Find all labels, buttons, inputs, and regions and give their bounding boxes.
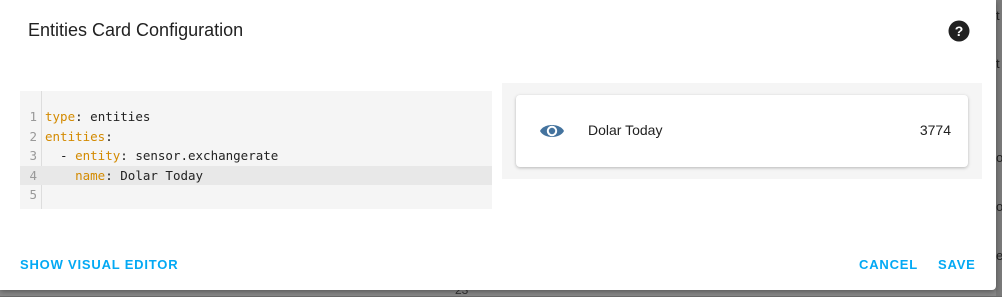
entity-value: 3774 bbox=[919, 122, 951, 138]
code-lines: 1 type: entities 2 entities: 3 - entity: sen… bbox=[20, 107, 492, 205]
eye-icon bbox=[539, 120, 565, 142]
code-line[interactable]: 5 bbox=[20, 185, 492, 205]
code-text: name: Dolar Today bbox=[75, 167, 204, 183]
code-line[interactable]: 3 - entity: sensor.exchangerate bbox=[20, 146, 492, 166]
card-preview: Dolar Today 3774 bbox=[502, 83, 982, 179]
background-letter: t bbox=[996, 8, 1000, 23]
show-visual-editor-button[interactable]: SHOW VISUAL EDITOR bbox=[20, 257, 178, 272]
code-text: type: entities bbox=[45, 109, 151, 124]
card-configuration-dialog: Entities Card Configuration ? 1 type: ent… bbox=[0, 0, 996, 290]
code-line[interactable]: 4 name: Dolar Today bbox=[20, 165, 492, 186]
background-letter: o bbox=[996, 199, 1002, 214]
yaml-key: entity bbox=[75, 148, 121, 164]
yaml-key: entities bbox=[45, 128, 106, 144]
yaml-key: name bbox=[75, 167, 106, 183]
line-number: 2 bbox=[29, 128, 37, 144]
yaml-value: entities bbox=[82, 109, 151, 124]
svg-text:?: ? bbox=[955, 23, 964, 39]
entity-name[interactable]: Dolar Today bbox=[588, 122, 662, 138]
code-line[interactable]: 2 entities: bbox=[20, 127, 492, 147]
code-line[interactable]: 1 type: entities bbox=[20, 107, 492, 127]
line-number: 1 bbox=[29, 109, 37, 124]
yaml-code-editor[interactable]: 1 type: entities 2 entities: 3 - entity: sen… bbox=[20, 91, 492, 209]
line-number: 5 bbox=[29, 187, 37, 203]
line-number: 3 bbox=[29, 148, 37, 164]
save-button[interactable]: SAVE bbox=[938, 257, 976, 272]
background-letter: o bbox=[996, 150, 1002, 165]
dialog-title: Entities Card Configuration bbox=[28, 20, 244, 40]
line-number: 4 bbox=[29, 167, 37, 183]
entities-card: Dolar Today 3774 bbox=[516, 95, 968, 167]
code-text: - entity: sensor.exchangerate bbox=[45, 148, 279, 164]
code-text: entities: bbox=[45, 128, 113, 144]
help-circle-icon[interactable]: ? bbox=[948, 20, 970, 42]
yaml-key: type bbox=[45, 109, 76, 124]
cancel-button[interactable]: CANCEL bbox=[859, 257, 918, 272]
background-letter: e bbox=[996, 248, 1002, 263]
yaml-value: sensor.exchangerate bbox=[127, 148, 279, 164]
yaml-value: Dolar Today bbox=[112, 167, 204, 183]
background-letter: t bbox=[996, 56, 1000, 71]
